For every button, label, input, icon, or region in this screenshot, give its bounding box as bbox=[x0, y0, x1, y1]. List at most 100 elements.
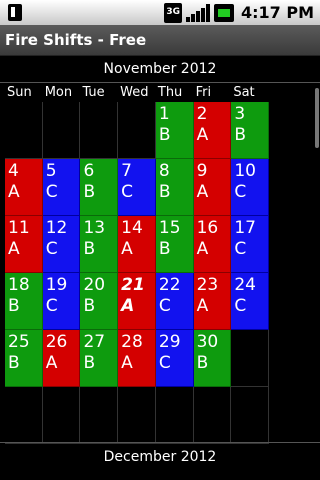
empty-day-cell bbox=[42, 102, 81, 159]
empty-day-cell bbox=[193, 387, 232, 444]
month-title: November 2012 bbox=[103, 61, 217, 77]
app-title-bar: Fire Shifts - Free bbox=[0, 25, 320, 56]
day-number: 24 bbox=[234, 275, 256, 295]
day-cell[interactable]: 8B bbox=[155, 159, 194, 216]
day-number: 22 bbox=[158, 275, 181, 295]
shift-label: B bbox=[83, 239, 96, 259]
weekday-label: Tue bbox=[82, 85, 105, 100]
weekday-label: Sun bbox=[7, 85, 32, 100]
day-cell[interactable]: 9A bbox=[193, 159, 232, 216]
day-number: 15 bbox=[158, 218, 181, 238]
day-cell[interactable]: 22 C bbox=[155, 273, 194, 330]
shift-label: C bbox=[158, 296, 171, 316]
shift-label: C bbox=[234, 182, 247, 202]
day-number: 23 bbox=[196, 275, 219, 295]
shift-label: B bbox=[234, 125, 246, 145]
day-cell[interactable]: 4A bbox=[5, 159, 43, 216]
day-cell[interactable]: 30 B bbox=[193, 330, 232, 387]
weekday-label: Wed bbox=[120, 85, 149, 100]
day-cell[interactable]: 3B bbox=[231, 102, 270, 159]
day-number: 10 bbox=[234, 161, 256, 181]
day-cell[interactable]: 7C bbox=[118, 159, 156, 216]
shift-label: A bbox=[121, 239, 133, 259]
week-row: 11 A 12 C 13 B 14 A 15 B 16 A 17 C bbox=[5, 216, 270, 273]
day-cell[interactable]: 14 A bbox=[118, 216, 156, 273]
shift-label: A bbox=[196, 239, 209, 259]
signal-strength-icon bbox=[185, 3, 210, 22]
empty-day-cell bbox=[118, 387, 156, 444]
day-number: 29 bbox=[158, 332, 181, 352]
shift-label: C bbox=[234, 239, 247, 259]
shift-label: C bbox=[234, 296, 247, 316]
day-cell[interactable]: 5C bbox=[42, 159, 81, 216]
shift-label: C bbox=[45, 296, 58, 316]
day-cell[interactable]: 2A bbox=[193, 102, 232, 159]
scrollbar[interactable] bbox=[315, 88, 319, 148]
shift-label: A bbox=[196, 182, 209, 202]
day-cell[interactable]: 25 B bbox=[5, 330, 43, 387]
day-cell[interactable]: 24 C bbox=[231, 273, 270, 330]
day-cell[interactable]: 18 B bbox=[5, 273, 43, 330]
day-number: 20 bbox=[83, 275, 106, 295]
day-number: 13 bbox=[83, 218, 106, 238]
next-month-title: December 2012 bbox=[103, 449, 217, 465]
day-cell[interactable]: 27 B bbox=[80, 330, 119, 387]
day-number: 26 bbox=[45, 332, 68, 352]
day-number: 19 bbox=[45, 275, 68, 295]
weekday-label: Mon bbox=[44, 85, 73, 100]
day-cell[interactable]: 28 A bbox=[118, 330, 156, 387]
day-cell[interactable]: 19 C bbox=[42, 273, 81, 330]
day-cell[interactable]: 15 B bbox=[155, 216, 194, 273]
shift-label: B bbox=[158, 125, 171, 145]
day-number: 21 bbox=[121, 275, 145, 295]
day-cell[interactable]: 10 C bbox=[231, 159, 270, 216]
day-number: 14 bbox=[121, 218, 143, 238]
week-row: 18 B 19 C 20 B 21 A 22 C 23 A 24 C bbox=[5, 273, 270, 330]
day-number: 27 bbox=[83, 332, 106, 352]
day-cell[interactable]: 6B bbox=[80, 159, 119, 216]
day-number: 25 bbox=[8, 332, 30, 352]
calendar-weeks: 1 B 2 A 3 B 4 A 5 C 6 B 7 C 8 B 9 A 10 C 11 A 12 C 13 B 14 A 15 B 16 A 1… bbox=[5, 102, 270, 444]
battery-icon bbox=[213, 3, 234, 22]
shift-label: A bbox=[196, 125, 209, 145]
day-cell[interactable]: 23 A bbox=[193, 273, 232, 330]
week-row: 1B2A3B bbox=[5, 102, 270, 159]
day-cell[interactable]: 20 B bbox=[80, 273, 119, 330]
shift-label: A bbox=[121, 353, 133, 373]
empty-day-cell bbox=[80, 102, 119, 159]
day-cell[interactable]: 12 C bbox=[42, 216, 81, 273]
day-cell[interactable]: 17 C bbox=[231, 216, 270, 273]
day-cell[interactable]: 29 C bbox=[155, 330, 194, 387]
divider bbox=[0, 442, 320, 443]
day-cell[interactable]: 26 A bbox=[42, 330, 81, 387]
day-number: 2 bbox=[196, 104, 208, 124]
empty-day-cell bbox=[5, 387, 43, 444]
shift-label: A bbox=[121, 296, 135, 316]
shift-label: B bbox=[83, 296, 96, 316]
empty-day-cell bbox=[155, 387, 194, 444]
day-number: 4 bbox=[8, 161, 19, 181]
weekday-label: Thu bbox=[157, 85, 183, 100]
shift-label: C bbox=[45, 239, 58, 259]
divider bbox=[0, 82, 320, 83]
day-number: 1 bbox=[158, 104, 170, 124]
day-cell[interactable]: 16 A bbox=[193, 216, 232, 273]
shift-label: A bbox=[196, 296, 209, 316]
day-number: 8 bbox=[158, 161, 170, 181]
week-row: 25 B 26 A 27 B 28 A 29 C 30 B bbox=[5, 330, 270, 387]
day-cell[interactable]: 13 B bbox=[80, 216, 119, 273]
day-cell[interactable]: 11 A bbox=[5, 216, 43, 273]
shift-label: C bbox=[45, 182, 58, 202]
day-number: 3 bbox=[234, 104, 246, 124]
shift-label: A bbox=[8, 239, 20, 259]
notification-icon bbox=[8, 4, 26, 21]
empty-day-cell bbox=[5, 102, 43, 159]
shift-label: A bbox=[8, 182, 20, 202]
day-cell[interactable]: 1B bbox=[155, 102, 194, 159]
week-row: 4 A 5 C 6 B 7 C 8 B 9 A 10 C bbox=[5, 159, 270, 216]
shift-label: B bbox=[8, 296, 20, 316]
day-number: 16 bbox=[196, 218, 219, 238]
day-number: 18 bbox=[8, 275, 30, 295]
day-cell[interactable]: 21 A bbox=[118, 273, 156, 330]
weekday-label: Sat bbox=[233, 85, 255, 100]
